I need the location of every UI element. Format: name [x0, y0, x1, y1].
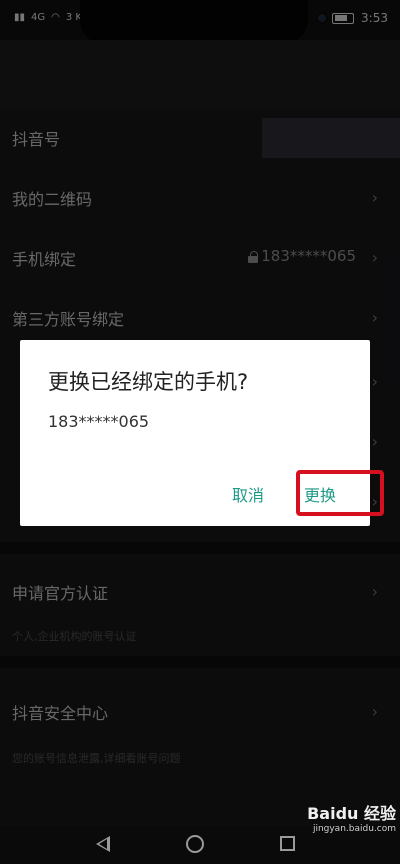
recent-apps-icon[interactable]	[280, 836, 295, 851]
watermark-logo: Baidu 经验	[307, 804, 396, 823]
cancel-button[interactable]: 取消	[232, 482, 264, 506]
watermark: Baidu 经验 jingyan.baidu.com	[278, 800, 396, 834]
highlight-box	[296, 470, 384, 516]
change-phone-dialog: 更换已经绑定的手机? 183*****065 取消 更换	[20, 340, 384, 526]
watermark-url: jingyan.baidu.com	[312, 824, 396, 834]
back-icon[interactable]	[96, 836, 110, 852]
dialog-title: 更换已经绑定的手机?	[48, 370, 249, 394]
home-icon[interactable]	[186, 835, 204, 853]
dialog-phone-number: 183*****065	[48, 412, 150, 431]
phone-screen: ▮▮ 4G ◠ 3 K/s ▯ 3:53 抖音号 我的二维码 › 手机绑定 18…	[0, 0, 400, 864]
